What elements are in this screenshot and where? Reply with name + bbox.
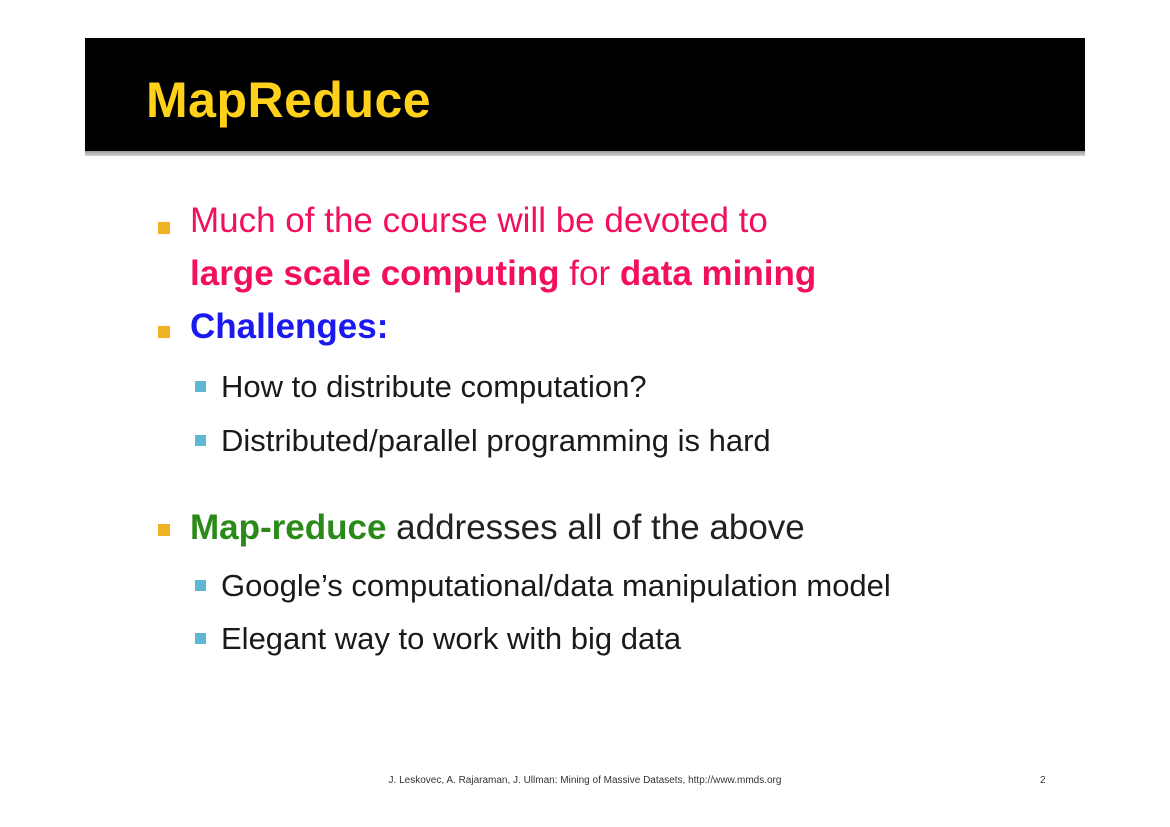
sub-bullet-square-icon [195,633,206,644]
footer-citation: J. Leskovec, A. Rajaraman, J. Ullman: Mi… [388,775,782,786]
slide: MapReduce Much of the course will be dev… [0,0,1170,827]
map-reduce-rest-text: addresses all of the above [386,508,805,547]
page-number: 2 [1040,775,1046,786]
bullet-square-icon [158,524,170,536]
slide-title: MapReduce [146,72,432,128]
bullet-square-icon [158,326,170,338]
bullet-1-line-1: Much of the course will be devoted to [190,201,768,240]
challenges-label: Challenges: [190,307,389,346]
for-text: for [559,254,620,293]
bullet-1-line-2: large scale computing for data mining [190,252,816,296]
data-mining-text: data mining [619,254,817,293]
map-reduce-item-2: Elegant way to work with big data [221,621,682,656]
sub-bullet-square-icon [195,580,206,591]
bullet-3-line: Map-reduce addresses all of the above [190,506,805,550]
bullet-square-icon [158,222,170,234]
title-underline [85,151,1085,156]
challenge-item-2: Distributed/parallel programming is hard [221,423,771,458]
map-reduce-label: Map-reduce [190,508,387,547]
large-scale-computing-text: large scale computing [190,254,560,293]
sub-bullet-square-icon [195,435,206,446]
challenge-item-1: How to distribute computation? [221,369,647,404]
sub-bullet-square-icon [195,381,206,392]
map-reduce-item-1: Google’s computational/data manipulation… [221,568,891,603]
